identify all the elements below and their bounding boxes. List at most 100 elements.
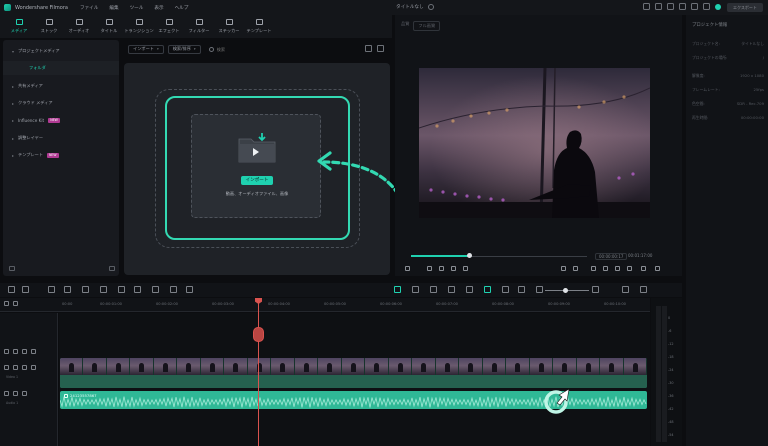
crop-icon[interactable] (118, 286, 125, 293)
stop-icon[interactable] (463, 266, 468, 271)
filter-sort-icon[interactable] (365, 45, 372, 52)
sidebar-item-cloud-media[interactable]: ▸ クラウド メディア (3, 96, 119, 110)
quality-dropdown[interactable]: フル画質 (413, 21, 441, 31)
ai-voice-icon[interactable] (466, 286, 473, 293)
timeline-tracks[interactable]: 24123557867 (59, 313, 650, 446)
timeline-ruler[interactable]: 00:00 00:00:01:00 00:00:02:00 00:00:03:0… (0, 298, 650, 312)
more-options-icon[interactable] (377, 45, 384, 52)
select-tool-icon[interactable] (22, 286, 29, 293)
collapse-sidebar-icon[interactable] (109, 266, 115, 271)
play-icon[interactable] (451, 266, 456, 271)
speed-icon[interactable] (502, 286, 509, 293)
video-clip[interactable] (60, 358, 647, 388)
lock-icon[interactable] (13, 365, 18, 370)
gift-icon[interactable] (679, 3, 686, 10)
text-icon[interactable] (134, 286, 141, 293)
cloud-icon[interactable] (667, 3, 674, 10)
tab-transition[interactable]: トランジション (124, 15, 154, 38)
fullscreen-icon[interactable] (641, 266, 646, 271)
tab-template[interactable]: テンプレート (244, 15, 274, 38)
bracket-in-icon[interactable] (561, 266, 566, 271)
marker-icon[interactable] (430, 286, 437, 293)
lock-icon[interactable] (13, 349, 18, 354)
menu-file[interactable]: ファイル (80, 5, 98, 11)
chevron-right-icon: ▸ (12, 83, 15, 89)
bracket-out-icon[interactable] (573, 266, 578, 271)
tab-filter[interactable]: フィルター (184, 15, 214, 38)
search-input[interactable] (216, 46, 297, 52)
layout-icon[interactable] (655, 3, 662, 10)
sidebar-item-adjustment-layer[interactable]: ▸ 調整レイヤー (3, 131, 119, 145)
zoom-tool-icon[interactable] (152, 286, 159, 293)
sidebar-item-project-media[interactable]: ▾ プロジェクトメディア (3, 44, 119, 58)
delete-icon[interactable] (82, 286, 89, 293)
keyframe-icon[interactable] (484, 286, 491, 293)
redo-icon[interactable] (64, 286, 71, 293)
menu-tools[interactable]: ツール (130, 5, 144, 11)
sort-dropdown[interactable]: 検索/排序 ▾ (167, 44, 201, 54)
undo-icon[interactable] (48, 286, 55, 293)
zoom-in-icon[interactable] (592, 286, 599, 293)
headset-icon[interactable] (691, 3, 698, 10)
import-drop-zone[interactable]: インポート 動画、オーディオファイル、画像 (191, 114, 321, 218)
document-title[interactable]: タイトルなし (396, 4, 424, 10)
link-icon[interactable] (13, 301, 18, 306)
playhead-marker[interactable] (253, 327, 264, 342)
sidebar-item-folder[interactable]: フォルダ (3, 61, 119, 75)
tab-sticker[interactable]: ステッカー (214, 15, 244, 38)
menu-edit[interactable]: 編集 (109, 5, 118, 11)
sticker-icon (225, 19, 233, 25)
layout-grid-icon[interactable] (8, 286, 15, 293)
volume-icon[interactable] (627, 266, 632, 271)
new-folder-icon[interactable] (9, 266, 15, 271)
zoom-out-icon[interactable] (536, 286, 543, 293)
sidebar-item-shared-media[interactable]: ▸ 共有メディア (3, 79, 119, 93)
meter-label: -54 (668, 433, 674, 437)
auto-ripple-icon[interactable] (394, 286, 401, 293)
add-track-icon[interactable] (4, 301, 9, 306)
import-button[interactable]: インポート (241, 176, 273, 185)
step-back-icon[interactable] (427, 266, 432, 271)
tab-audio[interactable]: オーディオ (64, 15, 94, 38)
monitor-icon[interactable] (615, 266, 620, 271)
snap-icon[interactable] (412, 286, 419, 293)
mic-icon[interactable] (448, 286, 455, 293)
tab-media[interactable]: メディア (4, 15, 34, 38)
view-grid-icon[interactable] (622, 286, 629, 293)
split-icon[interactable] (100, 286, 107, 293)
render-icon[interactable] (591, 266, 596, 271)
visibility-icon[interactable] (31, 349, 36, 354)
mute-icon[interactable] (22, 391, 27, 396)
pip-icon[interactable] (518, 286, 525, 293)
zoom-slider-handle[interactable] (563, 287, 568, 293)
account-icon[interactable] (703, 3, 710, 10)
ruler-tick: 00:00:04:00 (268, 302, 290, 306)
expand-icon[interactable] (655, 266, 660, 271)
tab-effect[interactable]: エフェクト (154, 15, 184, 38)
tab-stock[interactable]: ストック (34, 15, 64, 38)
export-button[interactable]: エクスポート (727, 3, 763, 12)
snapshot-icon[interactable] (603, 266, 608, 271)
clip-thumbnail (529, 358, 554, 375)
eye-icon[interactable] (22, 365, 27, 370)
more-tools-icon[interactable] (170, 286, 177, 293)
visibility-icon[interactable] (31, 365, 36, 370)
progress-handle[interactable] (467, 253, 472, 258)
menu-help[interactable]: ヘルプ (175, 5, 189, 11)
rewind-icon[interactable] (439, 266, 444, 271)
lock-icon[interactable] (13, 391, 18, 396)
playhead-line[interactable] (258, 298, 259, 446)
timeline-settings-icon[interactable] (640, 286, 647, 293)
menu-view[interactable]: 表示 (154, 5, 163, 11)
video-preview[interactable] (419, 68, 650, 218)
mark-in-icon[interactable] (405, 266, 410, 271)
playback-progress[interactable]: 00:00:00:17 00:01:17:00 (403, 253, 674, 260)
color-icon[interactable] (186, 286, 193, 293)
project-info-icon[interactable] (428, 4, 434, 10)
tab-title[interactable]: タイトル (94, 15, 124, 38)
sidebar-item-template[interactable]: ▸ テンプレート NEW (3, 148, 119, 162)
screen-record-icon[interactable] (643, 3, 650, 10)
eye-icon[interactable] (22, 349, 27, 354)
import-dropdown[interactable]: インポート ▾ (128, 44, 164, 54)
sidebar-item-influence-kit[interactable]: ▸ Influence Kit NEW (3, 113, 119, 127)
